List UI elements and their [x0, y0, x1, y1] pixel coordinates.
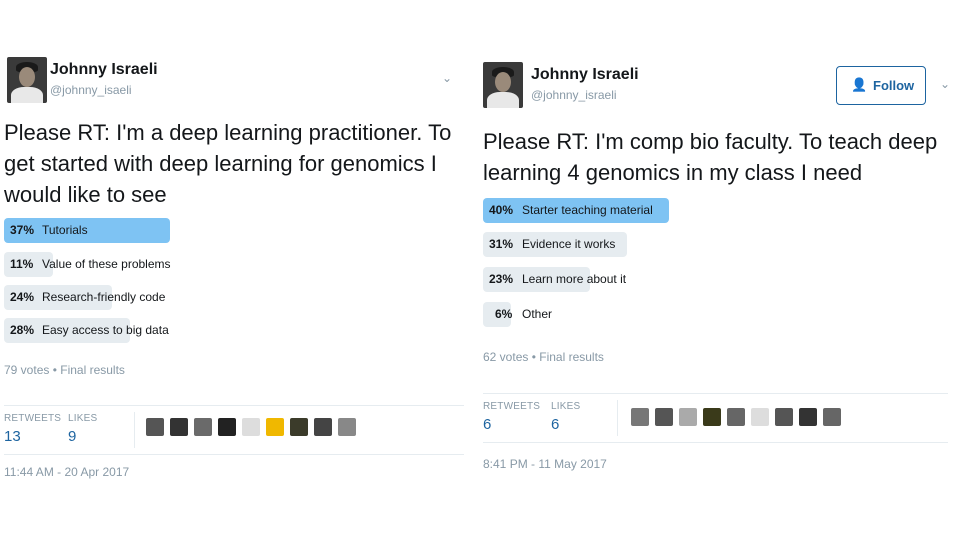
tweet-text: Please RT: I'm comp bio faculty. To teac…: [483, 126, 953, 188]
poll-percent: 31%: [489, 237, 514, 251]
tweet-text-line: get started with deep learning for genom…: [4, 151, 437, 176]
liker-avatar[interactable]: [266, 418, 284, 436]
liker-avatar[interactable]: [775, 408, 793, 426]
tweet-text-line: Please RT: I'm comp bio faculty. To teac…: [483, 129, 938, 154]
liker-avatar[interactable]: [655, 408, 673, 426]
poll-percent: 24%: [10, 290, 35, 304]
poll-label: Easy access to big data: [42, 323, 169, 337]
tweet-text: Please RT: I'm a deep learning practitio…: [4, 117, 464, 210]
liker-avatar[interactable]: [727, 408, 745, 426]
poll-percent: 37%: [10, 223, 35, 237]
retweets-count[interactable]: 6: [483, 416, 491, 433]
poll-percent: 28%: [10, 323, 35, 337]
stats-divider: [134, 412, 135, 448]
author-name[interactable]: Johnny Israeli: [50, 61, 158, 79]
poll-votes: 62 votes • Final results: [483, 350, 604, 364]
likes-label: LIKES: [551, 401, 581, 412]
chevron-down-icon[interactable]: ⌄: [940, 77, 950, 91]
poll-percent: 23%: [489, 272, 514, 286]
tweet-card-1: Johnny Israeli @johnny_isaeli ⌄ Please R…: [0, 0, 470, 540]
liker-avatar[interactable]: [631, 408, 649, 426]
tweet-stats: RETWEETS 13 LIKES 9: [4, 405, 464, 455]
poll-label: Starter teaching material: [522, 203, 653, 217]
author-name[interactable]: Johnny Israeli: [531, 66, 639, 84]
liker-avatar[interactable]: [823, 408, 841, 426]
likes-label: LIKES: [68, 413, 98, 424]
follow-label: Follow: [873, 78, 915, 93]
poll-option: 28% Easy access to big data: [4, 318, 170, 343]
avatar[interactable]: [483, 62, 523, 108]
author-handle[interactable]: @johnny_isaeli: [50, 83, 132, 97]
poll-label: Tutorials: [42, 223, 88, 237]
likes-count[interactable]: 6: [551, 416, 559, 433]
liker-avatar[interactable]: [170, 418, 188, 436]
poll-label: Learn more about it: [522, 272, 627, 286]
poll-option: 6% Other: [483, 302, 669, 327]
stats-divider: [617, 400, 618, 436]
liker-avatar[interactable]: [314, 418, 332, 436]
tweet-text-line: learning 4 genomics in my class I need: [483, 160, 863, 185]
poll-votes: 79 votes • Final results: [4, 363, 125, 377]
liker-avatar[interactable]: [679, 408, 697, 426]
poll-option: 40% Starter teaching material: [483, 198, 669, 223]
follow-button[interactable]: 👤 Follow: [836, 66, 926, 105]
liker-avatar[interactable]: [703, 408, 721, 426]
liker-avatar[interactable]: [290, 418, 308, 436]
liker-avatar[interactable]: [799, 408, 817, 426]
poll-percent: 40%: [489, 203, 514, 217]
retweets-label: RETWEETS: [4, 413, 62, 424]
liker-avatar[interactable]: [338, 418, 356, 436]
tweet-timestamp[interactable]: 8:41 PM - 11 May 2017: [483, 457, 607, 471]
retweets-label: RETWEETS: [483, 401, 541, 412]
tweet-text-line: would like to see: [4, 182, 167, 207]
likes-count[interactable]: 9: [68, 428, 76, 445]
author-handle[interactable]: @johnny_israeli: [531, 88, 617, 102]
liker-avatar[interactable]: [194, 418, 212, 436]
poll-label: Evidence it works: [522, 237, 616, 251]
poll-label: Other: [522, 307, 553, 321]
poll-percent: 6%: [495, 307, 513, 321]
liker-avatar[interactable]: [218, 418, 236, 436]
poll-percent: 11%: [10, 257, 34, 271]
liker-avatar[interactable]: [146, 418, 164, 436]
add-user-icon: 👤: [851, 77, 868, 92]
poll-option: 11% Value of these problems: [4, 252, 171, 277]
liker-avatar[interactable]: [751, 408, 769, 426]
tweet-timestamp[interactable]: 11:44 AM - 20 Apr 2017: [4, 465, 129, 479]
poll-option: 37% Tutorials: [4, 218, 170, 243]
tweet-stats: RETWEETS 6 LIKES 6: [483, 393, 948, 443]
tweet-text-line: Please RT: I'm a deep learning practitio…: [4, 120, 452, 145]
avatar[interactable]: [7, 57, 47, 103]
poll-option: 24% Research-friendly code: [4, 285, 170, 310]
tweet-card-2: Johnny Israeli @johnny_israeli 👤 Follow …: [478, 0, 960, 540]
liker-avatar[interactable]: [242, 418, 260, 436]
poll-option: 23% Learn more about it: [483, 267, 669, 292]
retweets-count[interactable]: 13: [4, 428, 21, 445]
poll-label: Value of these problems: [42, 257, 171, 271]
chevron-down-icon[interactable]: ⌄: [442, 71, 452, 85]
poll-option: 31% Evidence it works: [483, 232, 669, 257]
poll-label: Research-friendly code: [42, 290, 166, 304]
